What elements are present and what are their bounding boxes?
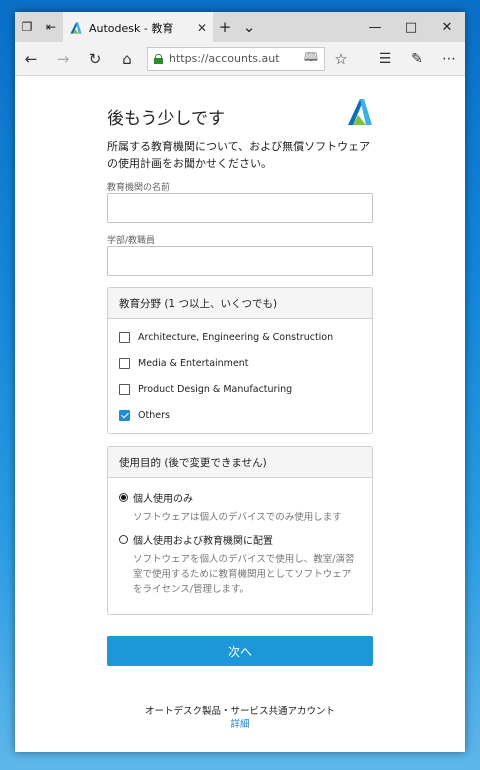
checkbox-media[interactable] (119, 357, 130, 369)
checkbox-label: Others (138, 409, 170, 421)
forward-icon[interactable]: → (47, 42, 79, 76)
autodesk-logo-icon (70, 22, 82, 34)
set-aside-tabs-icon[interactable]: ⇤ (39, 12, 63, 42)
education-field-panel: 教育分野 (1 つ以上、いくつでも) Architecture, Enginee… (107, 287, 373, 434)
radio-institution[interactable] (119, 535, 128, 544)
footer-text: オートデスク製品・サービス共通アカウント (144, 706, 335, 717)
intro-text: 所属する教育機関について、および無償ソフトウェアの使用計画をお聞かせください。 (107, 140, 371, 170)
page-content: 後もう少しです 所属する教育機関について、および無償ソフトウェアの使用計画をお聞… (15, 76, 465, 752)
reading-view-icon[interactable]: 🕮 (304, 48, 318, 69)
checkbox-row-product-design[interactable]: Product Design & Manufacturing (108, 376, 372, 402)
department-input[interactable] (107, 246, 373, 276)
home-icon[interactable]: ⌂ (111, 42, 143, 76)
toolbar-right: ☰ ✎ ⋯ (369, 51, 465, 67)
radio-row-personal[interactable]: 個人使用のみ (108, 490, 372, 505)
checkbox-row-media[interactable]: Media & Entertainment (108, 350, 372, 376)
page-title: 後もう少しです (107, 109, 225, 129)
education-field-title: 教育分野 (1 つ以上、いくつでも) (108, 288, 372, 319)
checkbox-row-aec[interactable]: Architecture, Engineering & Construction (108, 324, 372, 350)
new-tab-icon[interactable]: + (213, 12, 237, 42)
checkbox-label: Architecture, Engineering & Construction (138, 331, 334, 343)
usage-title: 使用目的 (後で変更できません) (108, 447, 372, 478)
radio-label: 個人使用および教育機関に配置 (133, 536, 273, 547)
usage-panel: 使用目的 (後で変更できません) 個人使用のみ ソフトウェアは個人のデバイスでの… (107, 446, 373, 615)
department-label: 学部/教職員 (107, 236, 156, 246)
footer-link-row: 詳細 (107, 716, 373, 730)
checkbox-label: Product Design & Manufacturing (138, 383, 293, 395)
pen-icon[interactable]: ✎ (401, 51, 433, 67)
next-button[interactable]: 次へ (107, 636, 373, 666)
chevron-down-icon[interactable]: ⌄ (237, 12, 261, 42)
lock-icon (154, 53, 163, 64)
institution-input[interactable] (107, 193, 373, 223)
window-controls: — □ ✕ (357, 12, 465, 42)
radio-description: ソフトウェアを個人のデバイスで使用し、教室/演習室で使用するために教育機関用とし… (133, 554, 355, 595)
tab-title: Autodesk - 教育 (89, 22, 174, 35)
tab-autodesk[interactable]: Autodesk - 教育 ✕ (63, 12, 213, 42)
url-text: https://accounts.aut (169, 52, 280, 65)
details-link[interactable]: 詳細 (230, 719, 249, 730)
radio-label: 個人使用のみ (133, 494, 193, 505)
autodesk-logo-icon (348, 99, 372, 125)
browser-window: ❐ ⇤ Autodesk - 教育 ✕ + ⌄ — □ ✕ ← → ↻ ⌂ ht… (15, 12, 465, 752)
checkbox-row-others[interactable]: Others (108, 402, 372, 428)
checkbox-others[interactable] (119, 409, 130, 421)
refresh-icon[interactable]: ↻ (79, 42, 111, 76)
minimize-icon[interactable]: — (357, 12, 393, 42)
radio-personal[interactable] (119, 493, 128, 502)
address-bar: ← → ↻ ⌂ https://accounts.aut 🕮 ☆ ☰ ✎ ⋯ (15, 42, 465, 76)
more-icon[interactable]: ⋯ (433, 51, 465, 67)
favorite-star-icon[interactable]: ☆ (325, 42, 357, 76)
back-icon[interactable]: ← (15, 42, 47, 76)
url-field[interactable]: https://accounts.aut 🕮 (147, 46, 325, 71)
maximize-icon[interactable]: □ (393, 12, 429, 42)
tab-bar: ❐ ⇤ Autodesk - 教育 ✕ + ⌄ — □ ✕ (15, 12, 465, 42)
checkbox-product-design[interactable] (119, 383, 130, 395)
radio-row-institution[interactable]: 個人使用および教育機関に配置 (108, 532, 372, 547)
tab-actions-icon[interactable]: ❐ (15, 12, 39, 42)
checkbox-aec[interactable] (119, 331, 130, 343)
favorites-hub-icon[interactable]: ☰ (369, 51, 401, 67)
checkbox-label: Media & Entertainment (138, 357, 249, 369)
close-tab-icon[interactable]: ✕ (197, 21, 207, 35)
close-window-icon[interactable]: ✕ (429, 12, 465, 42)
institution-label: 教育機関の名前 (107, 183, 171, 193)
radio-description: ソフトウェアは個人のデバイスでのみ使用します (133, 512, 342, 523)
